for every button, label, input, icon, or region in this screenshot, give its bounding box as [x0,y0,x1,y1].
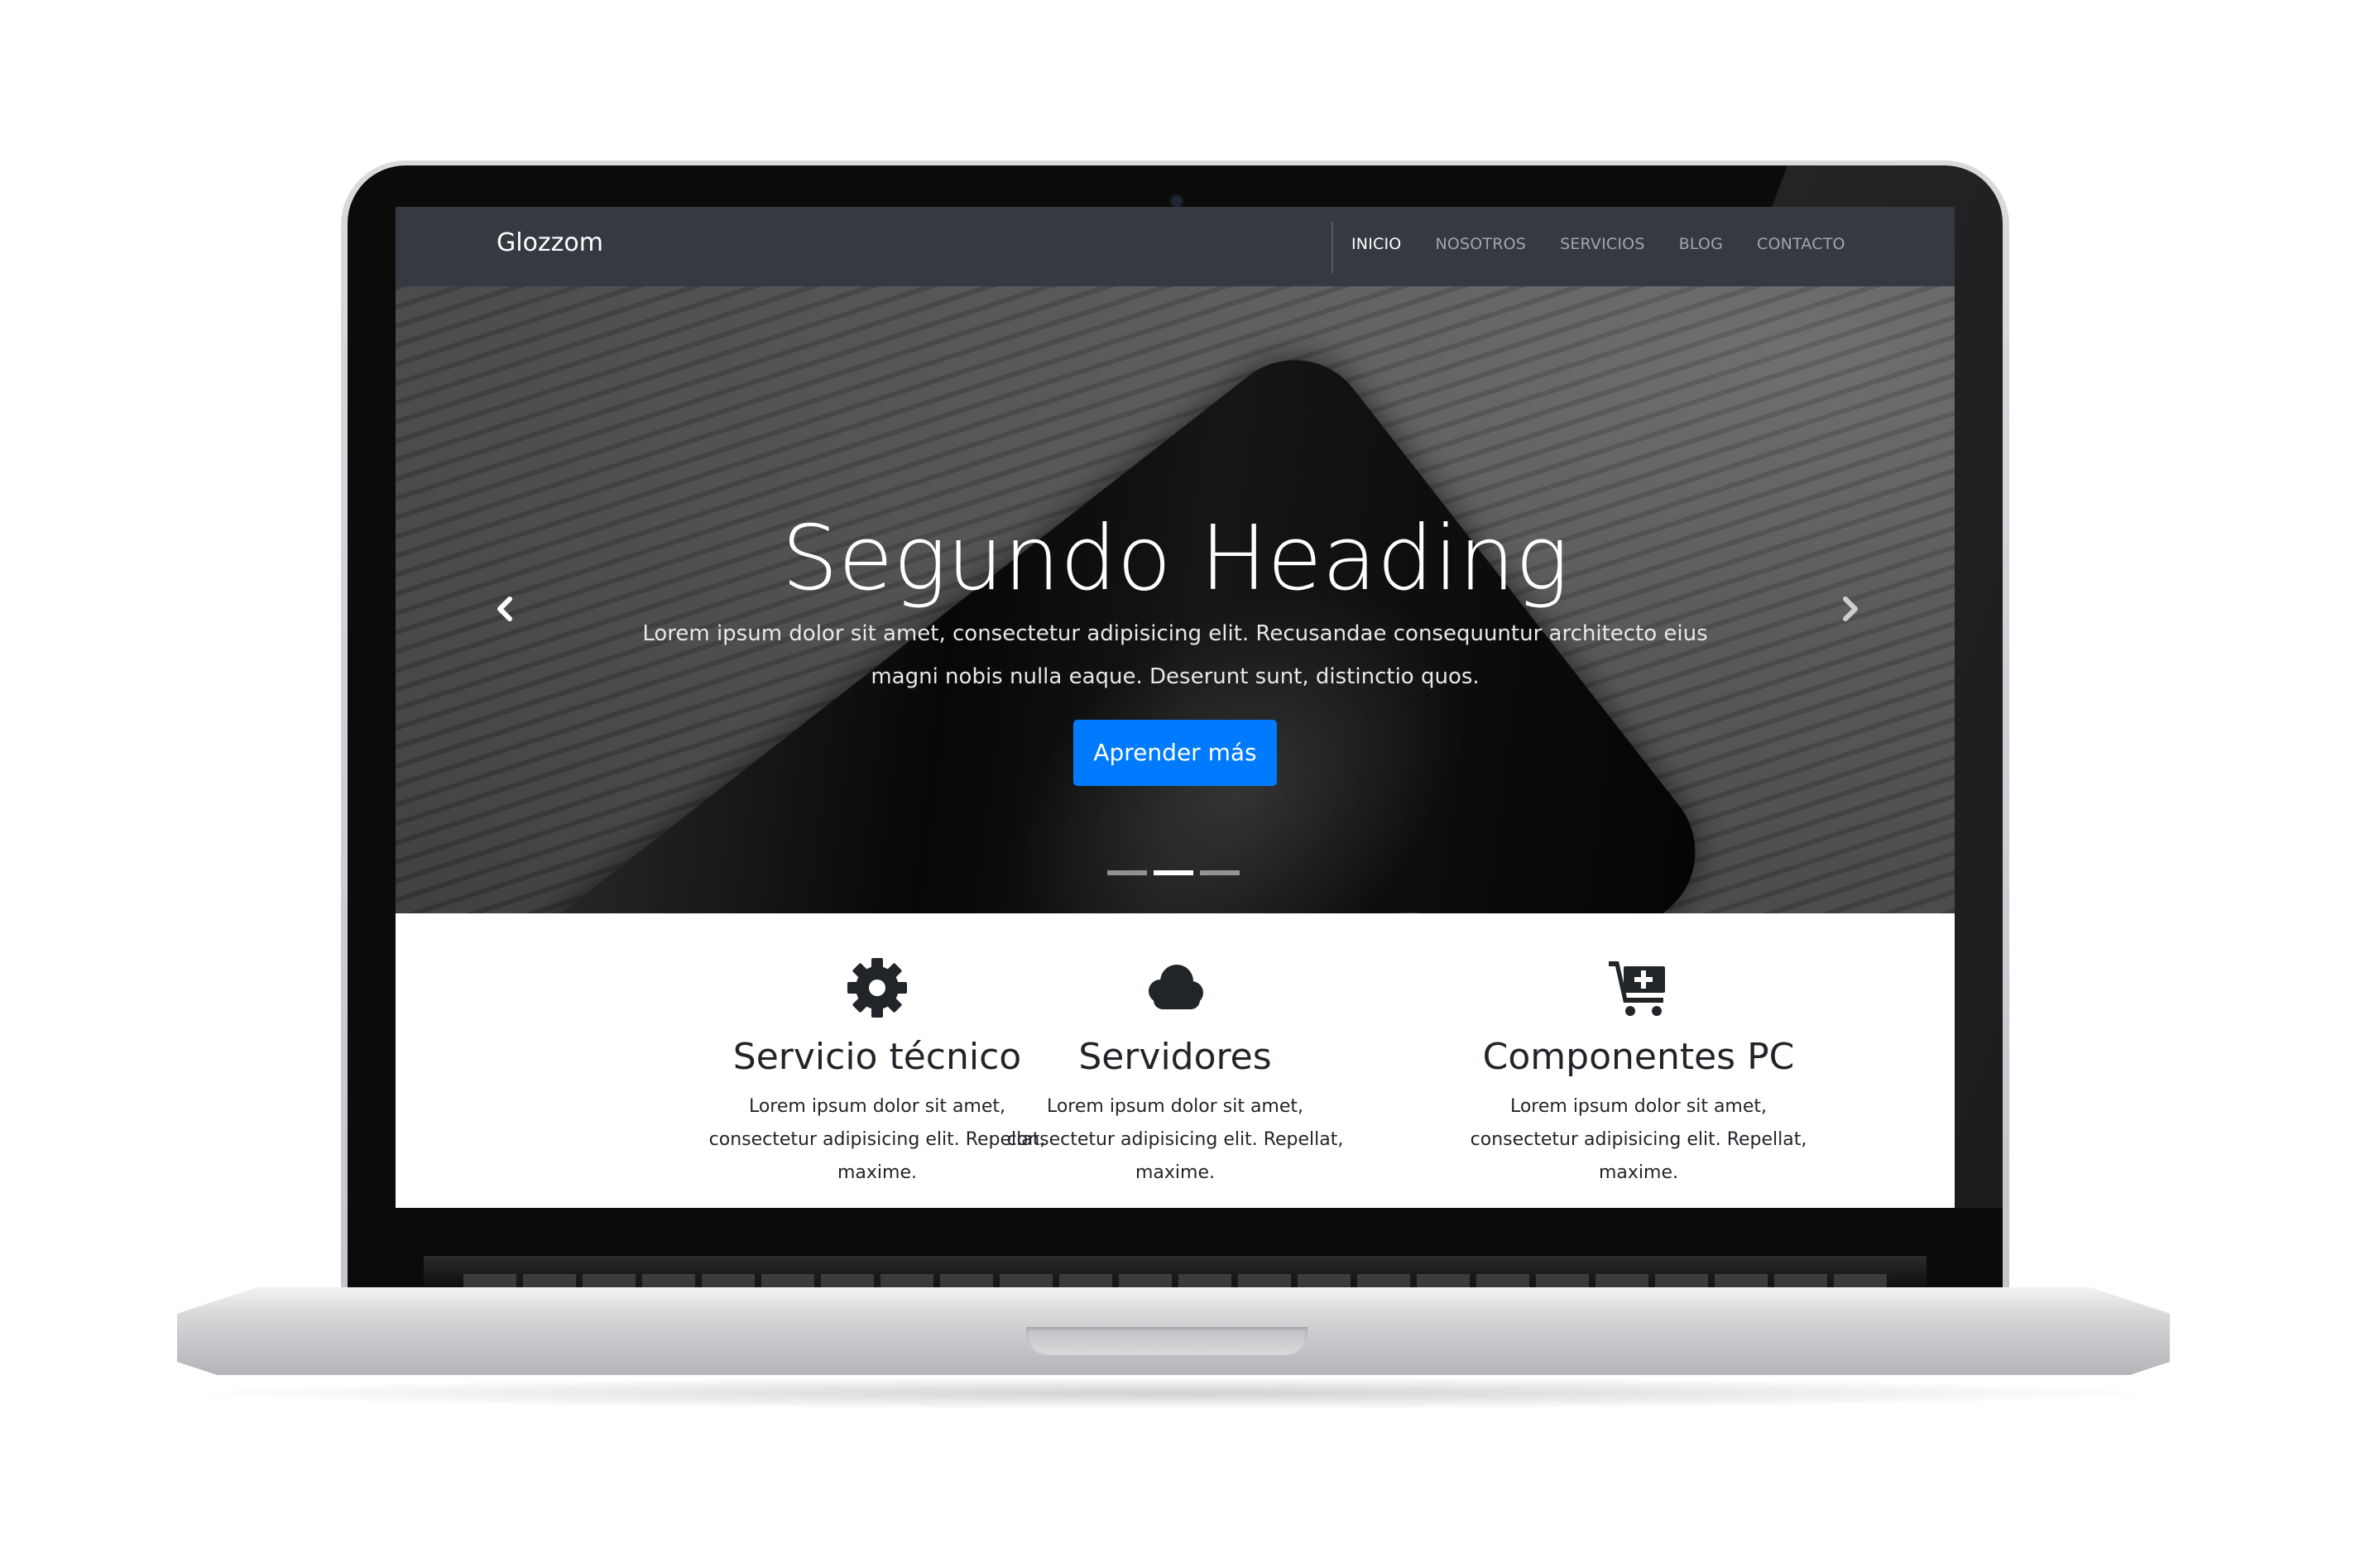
gear-icon [847,958,907,1018]
learn-more-button[interactable]: Aprender más [1073,720,1277,786]
nav-link-blog[interactable]: BLOG [1679,235,1723,253]
chevron-left-icon [497,596,512,621]
nav-links: INICIO NOSOTROS SERVICIOS BLOG CONTACTO [1351,235,1879,253]
cart-plus-icon [1609,961,1665,1016]
cloud-icon [1149,965,1203,1009]
nav-link-servicios[interactable]: SERVICIOS [1560,235,1645,253]
features-section: Servicio técnico Lorem ipsum dolor sit a… [396,913,1955,1208]
laptop-shadow [166,1377,2181,1410]
feature-text: Lorem ipsum dolor sit amet, consectetur … [1006,1096,1344,1183]
feature-title: Servidores [1078,1036,1272,1078]
carousel-heading: Segundo Heading [781,507,1569,611]
feature-text: Lorem ipsum dolor sit amet, consectetur … [1470,1096,1807,1183]
nav-link-inicio[interactable]: INICIO [1351,235,1401,253]
carousel-caption: Segundo Heading Lorem ipsum dolor sit am… [396,510,1955,786]
feature-servidores: Servidores Lorem ipsum dolor sit amet, c… [943,955,1407,1190]
feature-title: Componentes PC [1482,1036,1795,1078]
feature-componentes-pc: Componentes PC Lorem ipsum dolor sit ame… [1407,955,1870,1190]
carousel-next-button[interactable] [1826,584,1875,634]
navbar: Glozzom INICIO NOSOTROS SERVICIOS BLOG C… [396,207,1955,286]
brand-logo[interactable]: Glozzom [497,228,603,257]
webcam-icon [1171,195,1183,207]
carousel-prev-button[interactable] [480,584,530,634]
chevron-right-icon [1843,596,1858,621]
nav-link-contacto[interactable]: CONTACTO [1757,235,1845,253]
carousel-indicator-1[interactable] [1107,870,1147,875]
nav-link-nosotros[interactable]: NOSOTROS [1435,235,1526,253]
hero-carousel: Segundo Heading Lorem ipsum dolor sit am… [396,286,1955,913]
carousel-indicators [1107,870,1240,875]
nav-divider [1332,222,1333,273]
carousel-indicator-3[interactable] [1200,870,1240,875]
laptop-mockup: Glozzom INICIO NOSOTROS SERVICIOS BLOG C… [0,0,2380,1557]
website-screen: Glozzom INICIO NOSOTROS SERVICIOS BLOG C… [396,207,1955,1208]
laptop-opening-notch [1026,1327,1308,1355]
carousel-indicator-2[interactable] [1154,870,1193,875]
carousel-text: Lorem ipsum dolor sit amet, consectetur … [642,621,1708,689]
